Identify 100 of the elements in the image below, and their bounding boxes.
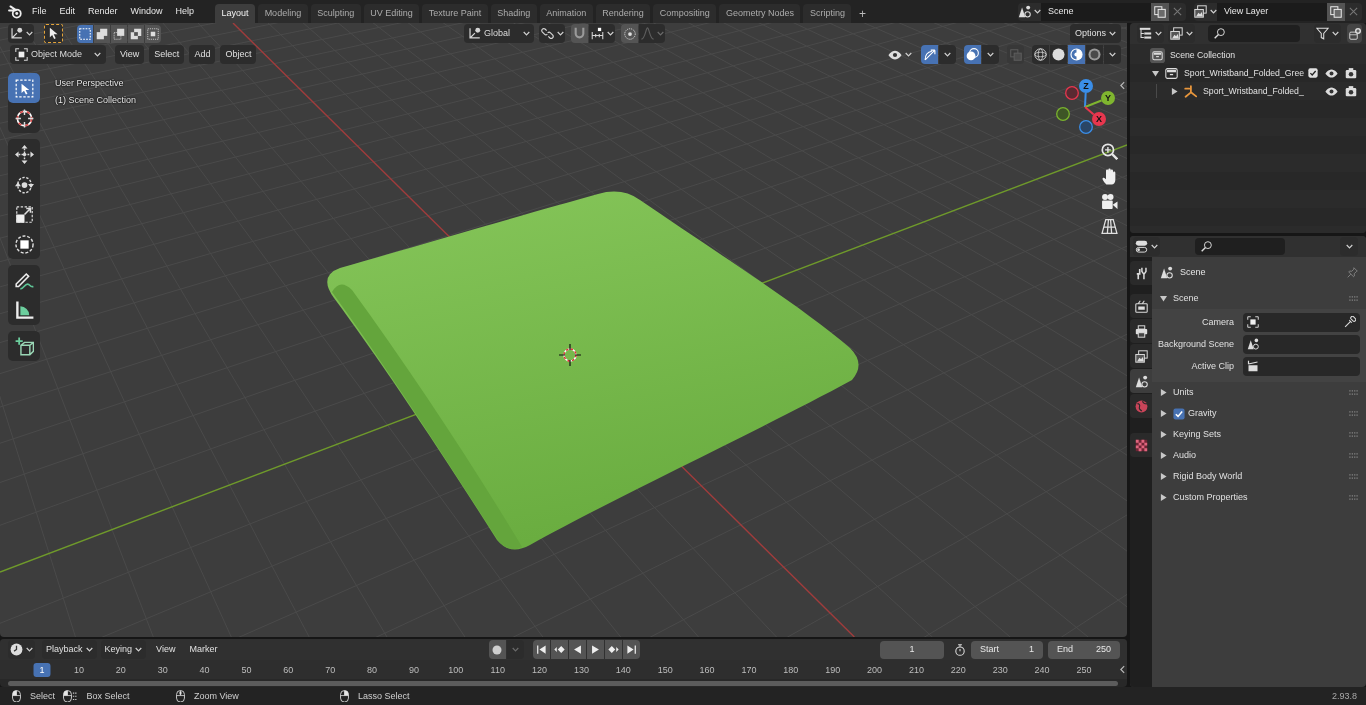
jump-start-button[interactable] [532, 640, 550, 659]
properties-tab[interactable] [1130, 261, 1152, 285]
grip-dots-icon[interactable] [1349, 411, 1358, 416]
menu-button[interactable]: Help [169, 2, 201, 21]
subpanel-title[interactable]: Rigid Body World [1173, 471, 1243, 482]
triangle-right-icon[interactable] [1160, 389, 1167, 396]
menu-button[interactable]: View [115, 45, 145, 64]
snap-target-dropdown[interactable] [589, 24, 615, 43]
filter-dropdown[interactable] [1314, 24, 1341, 43]
camera-icon[interactable] [1345, 85, 1357, 97]
current-frame-field[interactable]: 1 [880, 640, 944, 659]
perspective-grid-icon[interactable] [1101, 218, 1118, 235]
triangle-down-icon[interactable] [1152, 69, 1159, 77]
triangle-right-icon[interactable] [1160, 431, 1167, 438]
pin-icon[interactable] [1347, 266, 1358, 278]
z-axis-handle[interactable]: Z [1079, 79, 1093, 108]
menu-dropdown[interactable]: Playback [42, 640, 97, 659]
subpanel-title[interactable]: Gravity [1188, 408, 1217, 419]
previous-keyframe-button[interactable] [550, 640, 568, 659]
workspace-tab[interactable]: Sculpting [310, 4, 361, 23]
x-axis-handle[interactable]: X [1084, 106, 1106, 126]
properties-tab[interactable] [1130, 369, 1152, 393]
shading-mode-button[interactable] [1032, 45, 1049, 64]
workspace-tab[interactable]: Animation [539, 4, 593, 23]
overlays-toggle[interactable] [964, 45, 981, 64]
eyedropper-icon[interactable] [1344, 316, 1356, 328]
grip-dots-icon[interactable] [1349, 453, 1358, 458]
gizmo-toggle[interactable] [921, 45, 938, 64]
eye-icon[interactable] [1325, 66, 1338, 80]
hand-icon[interactable] [1101, 168, 1118, 185]
select-mode-button[interactable] [145, 24, 161, 43]
grip-dots-icon[interactable] [1349, 495, 1358, 500]
grip-dots-icon[interactable] [1349, 474, 1358, 479]
grip-dots-icon[interactable] [1349, 390, 1358, 395]
tool-button[interactable] [8, 331, 40, 361]
remove-button[interactable] [1345, 2, 1362, 21]
workspace-tab[interactable]: Modeling [258, 4, 308, 23]
mode-dropdown[interactable]: Object Mode [10, 45, 106, 64]
properties-tab[interactable] [1130, 294, 1152, 318]
proportional-edit-toggle[interactable] [621, 24, 638, 43]
workspace-tab[interactable]: Geometry Nodes [719, 4, 801, 23]
workspace-tab[interactable]: Layout [215, 4, 256, 23]
scene-field[interactable] [1243, 334, 1360, 354]
play-button[interactable] [586, 640, 604, 659]
properties-tab[interactable] [1130, 319, 1152, 343]
grip-dots-icon[interactable] [1349, 432, 1358, 437]
play-reverse-button[interactable] [568, 640, 586, 659]
workspace-tab[interactable]: Shading [490, 4, 537, 23]
movie-camera-icon[interactable] [1101, 193, 1118, 210]
start-frame-field[interactable]: Start 1 [971, 640, 1043, 659]
xray-toggle[interactable] [1007, 45, 1024, 64]
duplicate-button[interactable] [1327, 2, 1345, 21]
scene-name-field[interactable]: Scene [1041, 2, 1151, 21]
negative-x-axis-handle[interactable] [1065, 86, 1079, 100]
workspace-tab[interactable]: Rendering [595, 4, 651, 23]
workspace-tab[interactable]: Compositing [653, 4, 717, 23]
editor-type-button[interactable] [1137, 24, 1164, 43]
triangle-right-icon[interactable] [1160, 410, 1167, 417]
menu-button[interactable]: View [152, 640, 180, 659]
triangle-right-icon[interactable] [1160, 452, 1167, 459]
menu-dropdown[interactable]: Keying [100, 640, 147, 659]
app-logo-icon[interactable] [8, 4, 22, 19]
scrollbar[interactable] [8, 680, 1118, 686]
gizmo-dropdown[interactable] [939, 45, 956, 64]
checkbox[interactable] [1308, 68, 1318, 78]
triangle-right-icon[interactable] [1171, 87, 1178, 95]
options-dropdown[interactable] [1340, 237, 1358, 256]
camera-field[interactable] [1243, 312, 1360, 332]
display-mode-dropdown[interactable] [1168, 24, 1195, 43]
subpanel-title[interactable]: Audio [1173, 450, 1197, 461]
negative-y-axis-handle[interactable] [1056, 107, 1070, 121]
menu-button[interactable]: Add [189, 45, 216, 64]
menu-button[interactable]: Object [220, 45, 257, 64]
menu-button[interactable]: Select [149, 45, 185, 64]
tree-item-label[interactable]: Sport_Wristband_Folded_ [1203, 85, 1304, 97]
view-layer-name-field[interactable]: View Layer [1217, 2, 1327, 21]
camera-icon[interactable] [1345, 67, 1357, 79]
workspace-tab[interactable]: Texture Paint [422, 4, 488, 23]
tree-item-label[interactable]: Sport_Wristband_Folded_Gree [1184, 67, 1305, 79]
shading-mode-button[interactable] [1050, 45, 1067, 64]
snap-toggle[interactable] [571, 24, 588, 43]
editor-type-button[interactable] [8, 24, 34, 43]
editor-type-button[interactable] [8, 640, 35, 659]
shading-mode-button[interactable] [1068, 45, 1085, 64]
subpanel-title[interactable]: Keying Sets [1173, 429, 1222, 440]
menu-button[interactable]: Window [124, 2, 170, 21]
menu-button[interactable]: Render [81, 2, 125, 21]
editor-type-button[interactable] [1133, 237, 1160, 256]
remove-button[interactable] [1169, 2, 1186, 21]
options-dropdown[interactable]: Options [1069, 24, 1121, 43]
clip-field[interactable] [1243, 356, 1360, 376]
eye-icon[interactable] [1325, 84, 1338, 98]
search-field[interactable] [1208, 25, 1300, 42]
record-button[interactable] [488, 640, 506, 659]
select-mode-button[interactable] [128, 24, 144, 43]
y-axis-handle[interactable]: Y [1084, 91, 1115, 108]
duplicate-button[interactable] [1151, 2, 1169, 21]
scene-selector-button[interactable] [1018, 2, 1041, 21]
search-field[interactable] [1195, 238, 1285, 255]
select-mode-button[interactable] [77, 24, 93, 43]
